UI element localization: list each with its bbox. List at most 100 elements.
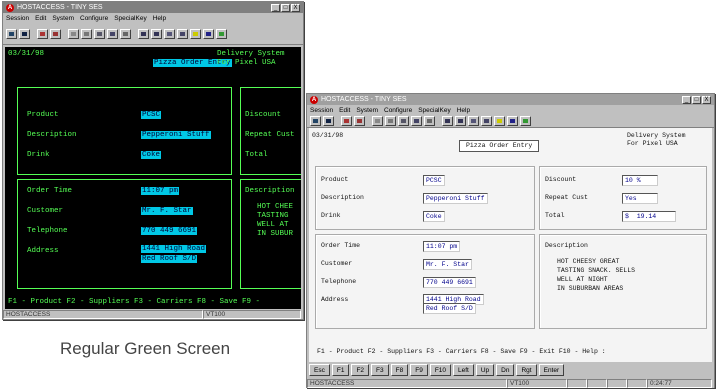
order-time-field[interactable]: 11:07 pm xyxy=(141,187,180,195)
macro-icon[interactable] xyxy=(481,116,492,126)
customer-field[interactable]: Mr. F. Star xyxy=(423,259,472,270)
menu-help[interactable]: Help xyxy=(457,107,470,114)
status-app: HOSTACCESS xyxy=(307,378,507,388)
menu-specialkey[interactable]: SpecialKey xyxy=(114,15,147,22)
repeat-cust-label: Repeat Cust xyxy=(245,131,295,139)
description-line: HOT CHEE xyxy=(257,203,294,211)
telephone-field[interactable]: 770 449 6691 xyxy=(423,277,476,288)
product-label: Product xyxy=(321,176,349,183)
menu-specialkey[interactable]: SpecialKey xyxy=(418,107,451,114)
description-line: IN SUBURBAN AREAS xyxy=(557,285,624,292)
customer-field[interactable]: Mr. F. Star xyxy=(141,207,193,215)
menu-system[interactable]: System xyxy=(356,107,378,114)
about-icon[interactable] xyxy=(216,28,227,39)
description-field[interactable]: Pepperoni Stuff xyxy=(141,131,211,139)
telephone-field[interactable]: 770 449 6691 xyxy=(141,227,198,235)
key-up-button[interactable]: Up xyxy=(475,364,495,376)
address-field-line2[interactable]: Red Roof S/D xyxy=(141,255,198,263)
terminal-screen[interactable]: 03/31/98 Pizza Order Entry Delivery Syst… xyxy=(5,47,301,309)
title-bar[interactable]: A HOSTACCESS - TINY SES _ □ X xyxy=(3,2,303,13)
screen-icon[interactable] xyxy=(138,28,149,39)
menu-session[interactable]: Session xyxy=(310,107,333,114)
key-right-button[interactable]: Rgt xyxy=(516,364,537,376)
open-icon[interactable] xyxy=(6,28,17,39)
window-icon[interactable] xyxy=(151,28,162,39)
macro-icon[interactable] xyxy=(177,28,188,39)
menu-edit[interactable]: Edit xyxy=(339,107,350,114)
key-f8-button[interactable]: F8 xyxy=(390,364,409,376)
settings-icon[interactable] xyxy=(468,116,479,126)
copy-icon[interactable] xyxy=(372,116,383,126)
product-field[interactable]: PCSC xyxy=(423,175,445,186)
window-icon[interactable] xyxy=(455,116,466,126)
key-down-button[interactable]: Dn xyxy=(496,364,515,376)
title-bar[interactable]: A HOSTACCESS - TINY SES _ □ X xyxy=(307,94,714,105)
close-button[interactable]: X xyxy=(702,95,711,104)
key-esc-button[interactable]: Esc xyxy=(309,364,330,376)
context-help-icon[interactable] xyxy=(203,28,214,39)
repeat-cust-field[interactable]: Yes xyxy=(622,193,658,204)
drink-field[interactable]: Coke xyxy=(141,151,162,159)
menu-configure[interactable]: Configure xyxy=(384,107,412,114)
screen-icon[interactable] xyxy=(442,116,453,126)
key-enter-button[interactable]: Enter xyxy=(538,364,565,376)
product-field[interactable]: PCSC xyxy=(141,111,162,119)
description-field[interactable]: Pepperoni Stuff xyxy=(423,193,488,204)
total-field[interactable]: $ 19.14 xyxy=(622,211,676,222)
help-icon[interactable] xyxy=(190,28,201,39)
key-f1-button[interactable]: F1 xyxy=(331,364,350,376)
about-icon[interactable] xyxy=(520,116,531,126)
help-icon[interactable] xyxy=(494,116,505,126)
menu-help[interactable]: Help xyxy=(153,15,166,22)
key-f3-button[interactable]: F3 xyxy=(371,364,389,376)
connect-icon[interactable] xyxy=(37,28,48,39)
print-icon[interactable] xyxy=(107,28,118,39)
copy-icon[interactable] xyxy=(68,28,79,39)
drink-field[interactable]: Coke xyxy=(423,211,445,222)
menu-edit[interactable]: Edit xyxy=(35,15,46,22)
settings-icon[interactable] xyxy=(164,28,175,39)
order-time-label: Order Time xyxy=(321,242,361,249)
paste-icon[interactable] xyxy=(81,28,92,39)
disconnect-icon[interactable] xyxy=(50,28,61,39)
maximize-button[interactable]: □ xyxy=(281,3,290,12)
paste-icon[interactable] xyxy=(385,116,396,126)
telephone-label: Telephone xyxy=(27,227,68,235)
description-label: Description xyxy=(321,194,364,201)
terminal-screen[interactable]: 03/31/98 Pizza Order Entry Delivery Syst… xyxy=(309,128,712,362)
keyboard-icon[interactable] xyxy=(398,116,409,126)
description-line: WELL AT NIGHT xyxy=(557,276,608,283)
connect-icon[interactable] xyxy=(341,116,352,126)
menu-system[interactable]: System xyxy=(52,15,74,22)
menu-configure[interactable]: Configure xyxy=(80,15,108,22)
discount-field[interactable]: 10 % xyxy=(622,175,658,186)
context-help-icon[interactable] xyxy=(507,116,518,126)
address-field-line2[interactable]: Red Roof S/D xyxy=(423,303,476,314)
menu-bar: Session Edit System Configure SpecialKey… xyxy=(307,105,714,115)
address-field-line1[interactable]: 1441 High Road xyxy=(141,245,207,253)
maximize-button[interactable]: □ xyxy=(692,95,701,104)
status-app: HOSTACCESS xyxy=(3,309,203,319)
menu-session[interactable]: Session xyxy=(6,15,29,22)
disconnect-icon[interactable] xyxy=(354,116,365,126)
print-icon[interactable] xyxy=(411,116,422,126)
repeat-cust-label: Repeat Cust xyxy=(545,194,588,201)
record-icon[interactable] xyxy=(120,28,131,39)
status-bar: HOSTACCESS VT100 xyxy=(3,309,303,319)
key-f2-button[interactable]: F2 xyxy=(351,364,370,376)
description-line: WELL AT xyxy=(257,221,289,229)
drink-label: Drink xyxy=(27,151,50,159)
save-icon[interactable] xyxy=(19,28,30,39)
key-f10-button[interactable]: F10 xyxy=(429,364,452,376)
save-icon[interactable] xyxy=(323,116,334,126)
open-icon[interactable] xyxy=(310,116,321,126)
gui-screen-window: A HOSTACCESS - TINY SES _ □ X Session Ed… xyxy=(306,93,715,388)
key-left-button[interactable]: Left xyxy=(453,364,474,376)
close-button[interactable]: X xyxy=(291,3,300,12)
key-f9-button[interactable]: F9 xyxy=(410,364,428,376)
record-icon[interactable] xyxy=(424,116,435,126)
order-time-field[interactable]: 11:07 pm xyxy=(423,241,461,252)
minimize-button[interactable]: _ xyxy=(682,95,691,104)
minimize-button[interactable]: _ xyxy=(271,3,280,12)
keyboard-icon[interactable] xyxy=(94,28,105,39)
